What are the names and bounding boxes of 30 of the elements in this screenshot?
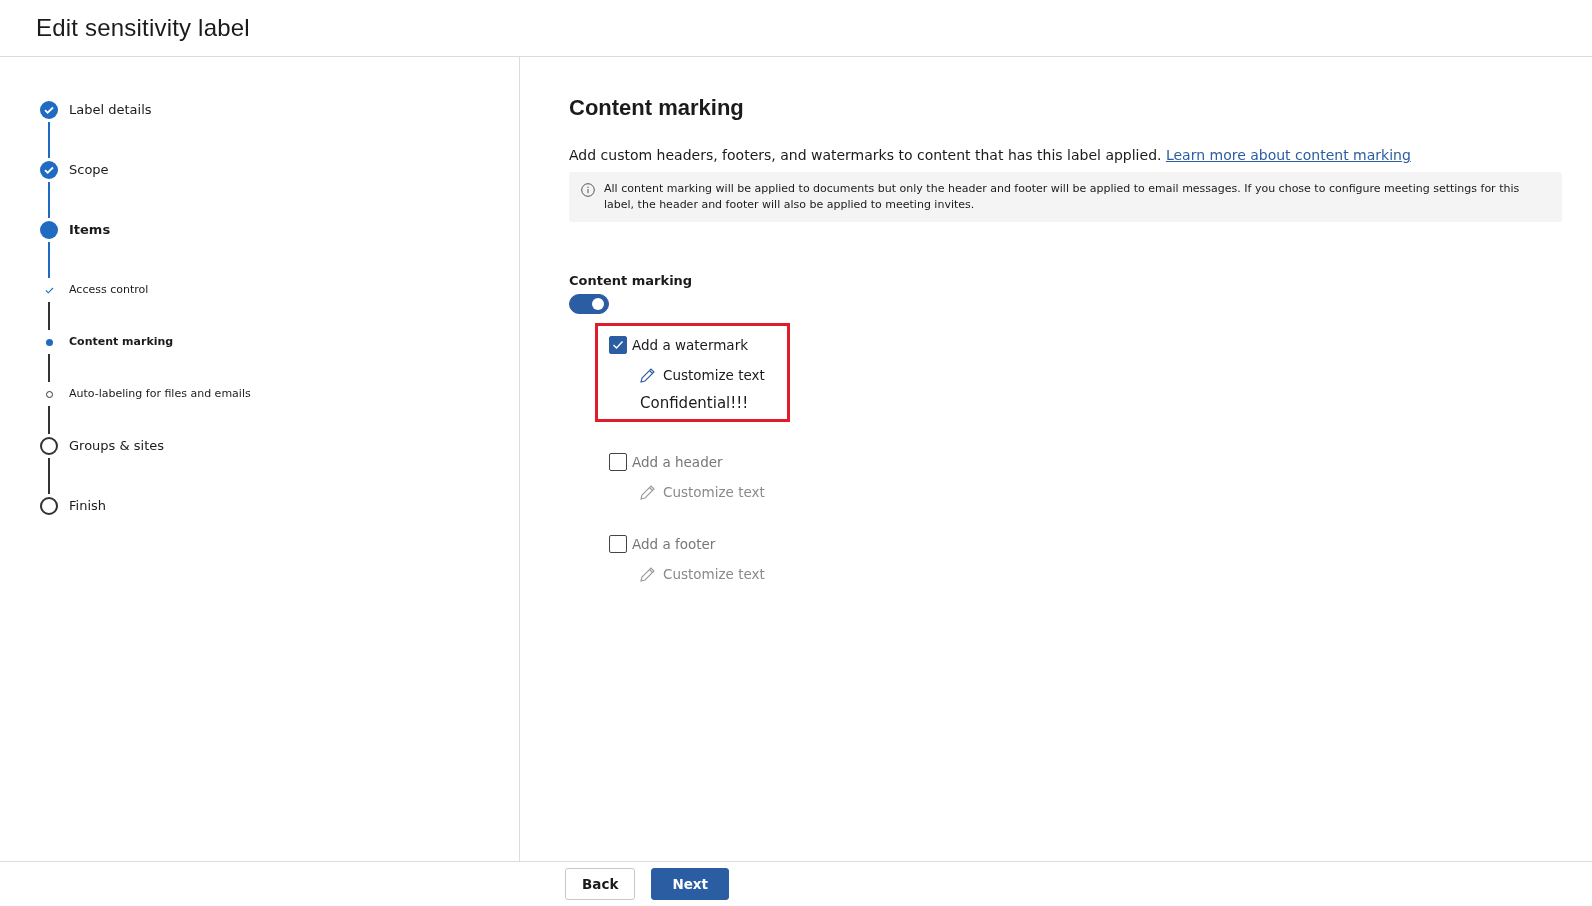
pencil-icon: [639, 565, 656, 583]
step-label[interactable]: Access control: [69, 281, 149, 333]
checkbox[interactable]: [609, 453, 627, 471]
toggle-label: Content marking: [569, 273, 694, 288]
checkbox-label: Add a watermark: [632, 337, 748, 353]
checkbox-label: Add a footer: [632, 536, 716, 552]
check-icon: [612, 340, 624, 350]
checkbox[interactable]: [609, 535, 627, 553]
watermark-text: Confidential!!!: [640, 394, 750, 414]
step-label[interactable]: Auto-labeling for files and emails: [69, 385, 251, 437]
step-label[interactable]: Scope: [69, 161, 109, 221]
step-label[interactable]: Groups & sites: [69, 437, 164, 497]
customize-text-button[interactable]: Customize text: [639, 364, 765, 386]
info-icon: [581, 183, 595, 197]
pencil-icon: [639, 366, 656, 384]
content-marking-toggle[interactable]: [569, 294, 609, 314]
step-label[interactable]: Finish: [69, 497, 106, 557]
page-title: Edit sensitivity label: [36, 14, 250, 42]
description-text: Add custom headers, footers, and watermarks to content that has this label applied. Learn more about content marking: [569, 147, 1412, 163]
step-label[interactable]: Items: [69, 221, 111, 281]
learn-more-link[interactable]: Learn more about content marking: [1165, 147, 1411, 163]
pencil-icon: [639, 483, 656, 501]
next-button[interactable]: Next: [651, 868, 729, 900]
checkbox-label: Add a header: [632, 454, 723, 470]
step-label[interactable]: Content marking: [69, 333, 174, 385]
info-text: All content marking will be applied to documents but only the header and footer will be applied to email messages. If you chose to configure meeting settings for this label, the header and footer will also be applied to meeting invites.: [604, 181, 1521, 213]
back-button[interactable]: Back: [565, 868, 636, 900]
checkbox[interactable]: [609, 336, 627, 354]
step-label[interactable]: Label details: [69, 101, 152, 161]
section-heading: Content marking: [569, 95, 745, 121]
